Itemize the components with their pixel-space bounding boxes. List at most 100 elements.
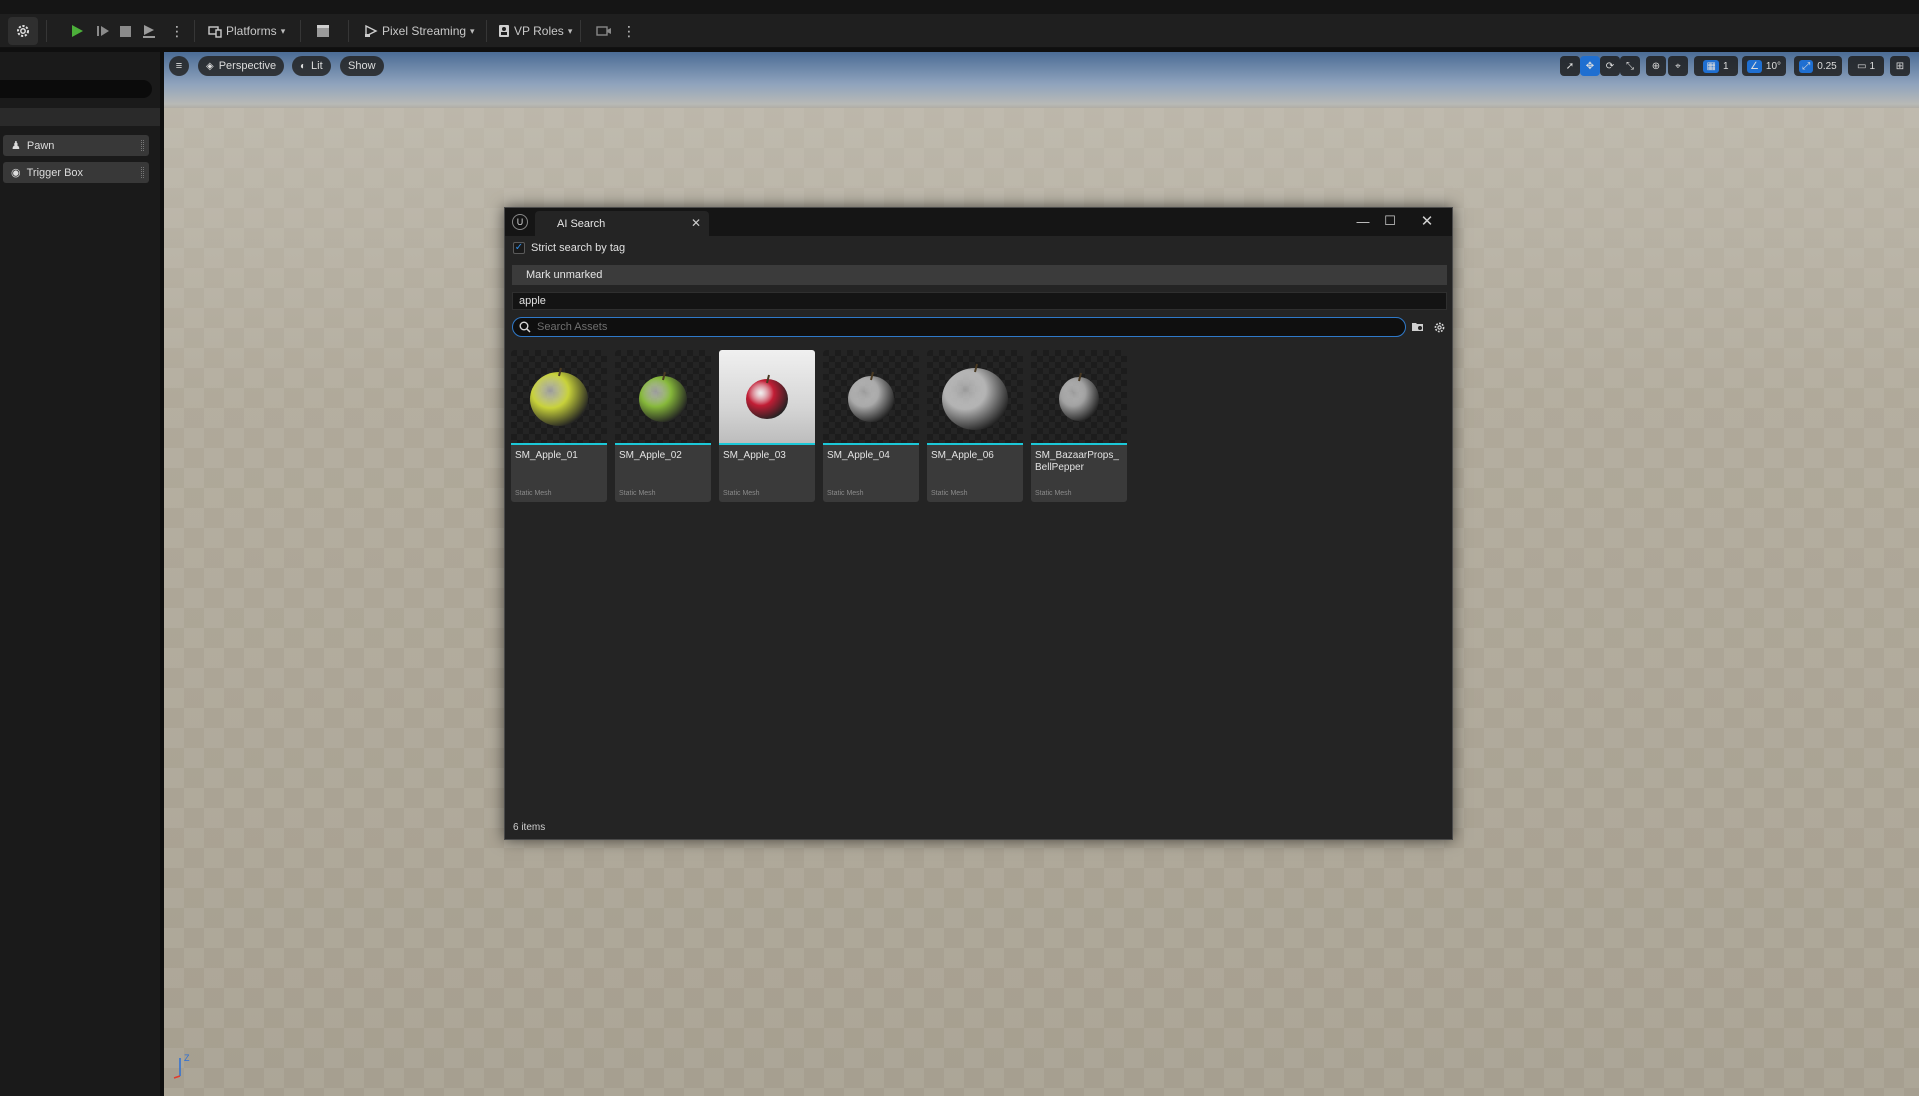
apple-mesh-icon [848, 371, 894, 422]
pixel-streaming-icon [365, 24, 378, 38]
move-icon: ✥ [1585, 60, 1595, 72]
drag-handle-icon[interactable] [141, 140, 144, 151]
stop-icon [120, 25, 131, 37]
asset-name: SM_Apple_04 [827, 450, 890, 461]
mark-unmarked-button[interactable]: Mark unmarked [512, 265, 1447, 285]
mark-unmarked-label: Mark unmarked [526, 269, 603, 281]
platforms-button[interactable]: Platforms ▾ [208, 19, 285, 43]
perspective-label: Perspective [218, 60, 277, 72]
perspective-button[interactable]: ◈ Perspective [198, 56, 285, 76]
apple-mesh-icon [530, 367, 588, 426]
stop-button[interactable] [119, 19, 132, 43]
rotate-mode-button[interactable]: ⟳ [1600, 56, 1620, 76]
asset-type-color-bar [719, 443, 815, 445]
world-local-button[interactable]: ⊕ [1646, 56, 1666, 76]
asset-type: Static Mesh [515, 490, 552, 497]
strict-search-checkbox[interactable]: ✓ [513, 242, 525, 254]
scale-snap-value: 0.25 [1817, 60, 1837, 72]
search-assets-input[interactable] [537, 321, 1377, 333]
asset-thumbnail [615, 350, 711, 443]
tab-title: AI Search [557, 217, 606, 230]
toolbar-separator [194, 20, 195, 42]
tag-input-value: apple [519, 295, 546, 307]
pixel-streaming-label: Pixel Streaming [382, 24, 467, 38]
asset-tile[interactable]: SM_Apple_01 Static Mesh [511, 350, 607, 502]
ai-search-window: U AI Search ✕ — ☐ ✕ ✓ Strict search by t… [504, 207, 1453, 840]
vp-roles-button[interactable]: VP Roles ▾ [498, 19, 572, 43]
asset-tile[interactable]: SM_Apple_03 Static Mesh [719, 350, 815, 502]
platforms-label: Platforms [226, 24, 277, 38]
rotation-snap-button[interactable]: ∠ 10° [1742, 56, 1786, 76]
grid-snap-button[interactable]: ▦ 1 [1694, 56, 1738, 76]
eject-button[interactable] [142, 19, 156, 43]
scale-icon: ⤡ [1626, 60, 1634, 72]
hamburger-icon: ≡ [175, 60, 183, 72]
camera-speed-button[interactable]: ▭ 1 [1848, 56, 1884, 76]
scale-snap-icon: ⤢ [1799, 59, 1814, 73]
asset-type-color-bar [927, 443, 1023, 445]
view-mode-button[interactable]: ◐ Lit [292, 56, 331, 76]
tag-input[interactable]: apple [512, 292, 1447, 310]
toolbar-separator [46, 20, 47, 42]
virtual-production-button[interactable] [596, 19, 612, 43]
platforms-icon [208, 26, 222, 38]
settings-button[interactable] [8, 17, 38, 45]
cinematics-button[interactable] [316, 19, 330, 43]
viewport-layout-button[interactable]: ⊞ [1890, 56, 1910, 76]
surface-snap-button[interactable]: ⌖ [1668, 56, 1688, 76]
toolbar-more-button[interactable]: ⋮ [622, 19, 636, 43]
search-icon [519, 321, 531, 333]
asset-type: Static Mesh [827, 490, 864, 497]
rotation-snap-value: 10° [1765, 60, 1782, 72]
minimize-icon: — [1356, 213, 1370, 229]
close-tab-icon[interactable]: ✕ [691, 216, 701, 230]
outliner-search-input[interactable] [0, 80, 152, 98]
asset-type: Static Mesh [1035, 490, 1072, 497]
close-window-button[interactable]: ✕ [1416, 211, 1438, 231]
tab-ai-search[interactable]: AI Search ✕ [535, 211, 709, 236]
window-titlebar[interactable]: U AI Search ✕ — ☐ ✕ [505, 208, 1452, 236]
outliner-item-pawn[interactable]: ♟ Pawn [3, 135, 149, 156]
lit-label: Lit [311, 60, 323, 72]
select-mode-button[interactable]: ➚ [1560, 56, 1580, 76]
asset-type-color-bar [511, 443, 607, 445]
play-button[interactable] [70, 19, 84, 43]
pawn-icon: ♟ [11, 140, 21, 152]
search-settings-button[interactable] [1431, 319, 1447, 335]
layout-grid-icon: ⊞ [1895, 60, 1905, 72]
viewport-menu-button[interactable]: ≡ [169, 56, 189, 76]
asset-name: SM_Apple_06 [931, 450, 994, 461]
outliner-item-trigger-box[interactable]: ◉ Trigger Box [3, 162, 149, 183]
axis-z-label: Z [184, 1053, 190, 1063]
lit-sphere-icon: ◐ [300, 60, 307, 72]
show-button[interactable]: Show [340, 56, 384, 76]
gear-icon [1434, 322, 1444, 332]
asset-tile[interactable]: SM_Apple_06 Static Mesh [927, 350, 1023, 502]
cursor-icon: ➚ [1565, 60, 1575, 72]
asset-thumbnail [511, 350, 607, 443]
trigger-box-icon: ◉ [11, 167, 21, 179]
play-options-button[interactable]: ⋮ [170, 19, 184, 43]
translate-mode-button[interactable]: ✥ [1580, 56, 1600, 76]
asset-type: Static Mesh [619, 490, 656, 497]
asset-tile[interactable]: SM_BazaarProps_BellPepper Static Mesh [1031, 350, 1127, 502]
scale-mode-button[interactable]: ⤡ [1620, 56, 1640, 76]
globe-icon: ⊕ [1651, 60, 1661, 72]
pixel-streaming-button[interactable]: Pixel Streaming ▾ [364, 19, 475, 43]
advance-frame-button[interactable] [96, 19, 110, 43]
asset-tile[interactable]: SM_Apple_04 Static Mesh [823, 350, 919, 502]
play-eject-icon [143, 25, 155, 38]
surface-snap-icon: ⌖ [1675, 60, 1681, 72]
strict-search-checkbox-row[interactable]: ✓ Strict search by tag [513, 242, 625, 254]
asset-name: SM_Apple_01 [515, 450, 578, 461]
scale-snap-button[interactable]: ⤢ 0.25 [1794, 56, 1842, 76]
apple-mesh-icon [639, 371, 687, 422]
asset-tile[interactable]: SM_Apple_02 Static Mesh [615, 350, 711, 502]
minimize-button[interactable]: — [1352, 211, 1374, 231]
browse-folder-button[interactable] [1410, 319, 1426, 335]
maximize-button[interactable]: ☐ [1379, 211, 1401, 231]
asset-search-bar[interactable] [512, 317, 1406, 337]
outliner-item-label: Trigger Box [26, 166, 84, 179]
asset-thumbnail [719, 350, 815, 443]
drag-handle-icon[interactable] [141, 167, 144, 178]
